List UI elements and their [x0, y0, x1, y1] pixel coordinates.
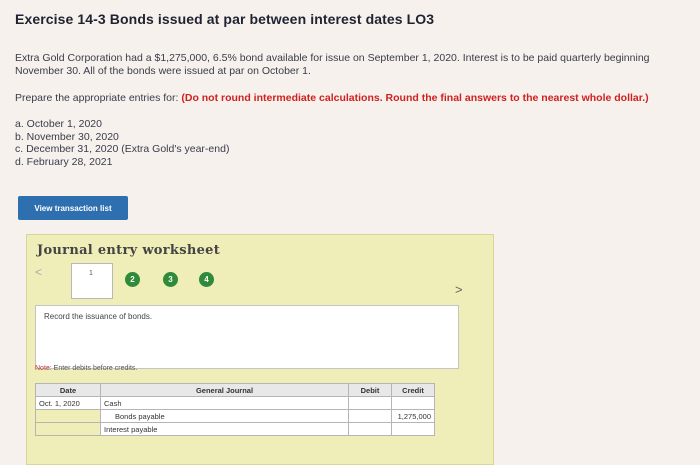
instruction-box: Record the issuance of bonds. — [35, 305, 459, 369]
debit-cell[interactable] — [348, 409, 392, 423]
next-arrow-icon[interactable]: > — [455, 282, 463, 297]
list-item: d. February 28, 2021 — [15, 155, 113, 168]
prepare-text: Prepare the appropriate entries for: — [15, 92, 182, 104]
journal-table: Date General Journal Debit Credit Oct. 1… — [35, 383, 435, 436]
credit-cell[interactable]: 1,275,000 — [391, 409, 435, 423]
step-tab-3[interactable]: 3 — [163, 272, 178, 287]
view-transaction-list-button[interactable]: View transaction list — [18, 196, 128, 220]
note-text: Enter debits before credits. — [51, 365, 138, 372]
table-row: Oct. 1, 2020 Cash — [35, 396, 435, 410]
exercise-title: Exercise 14-3 Bonds issued at par betwee… — [15, 11, 435, 27]
general-journal-header: General Journal — [100, 383, 349, 397]
entry-dates-list: a. October 1, 2020 b. November 30, 2020 … — [15, 118, 229, 168]
debit-cell[interactable] — [348, 422, 392, 436]
debit-cell[interactable] — [348, 396, 392, 410]
debits-credits-note: Note: Enter debits before credits. — [35, 365, 137, 372]
debit-header: Debit — [348, 383, 392, 397]
date-cell[interactable]: Oct. 1, 2020 — [35, 396, 101, 410]
date-cell[interactable] — [35, 422, 101, 436]
date-cell[interactable] — [35, 409, 101, 423]
list-item: a. October 1, 2020 — [15, 118, 102, 130]
table-header-row: Date General Journal Debit Credit — [35, 383, 435, 397]
account-cell[interactable]: Interest payable — [100, 422, 349, 436]
instruction-text: Record the issuance of bonds. — [44, 312, 153, 321]
step-number: 1 — [89, 270, 93, 277]
note-label: Note: — [35, 365, 52, 372]
list-item: b. November 30, 2020 — [15, 130, 119, 143]
credit-cell[interactable] — [391, 422, 435, 436]
journal-entry-worksheet: Journal entry worksheet < 1 2 3 4 Record… — [26, 234, 494, 465]
step-tab-4[interactable]: 4 — [199, 272, 214, 287]
date-header: Date — [35, 383, 101, 397]
table-row: Bonds payable 1,275,000 — [35, 409, 435, 423]
prev-arrow-icon[interactable]: < — [35, 265, 42, 279]
rounding-note: (Do not round intermediate calculations.… — [181, 92, 649, 104]
account-cell[interactable]: Cash — [100, 396, 349, 410]
list-item: c. December 31, 2020 (Extra Gold's year-… — [15, 143, 230, 155]
step-tab-2[interactable]: 2 — [125, 272, 140, 287]
account-cell[interactable]: Bonds payable — [100, 409, 349, 423]
table-row: Interest payable — [35, 422, 435, 436]
step-tab-1[interactable]: 1 — [71, 263, 113, 299]
exercise-description: Extra Gold Corporation had a $1,275,000,… — [15, 52, 650, 77]
credit-header: Credit — [391, 383, 435, 397]
credit-cell[interactable] — [391, 396, 435, 410]
worksheet-title: Journal entry worksheet — [37, 243, 221, 258]
prepare-instructions: Prepare the appropriate entries for: (Do… — [15, 92, 695, 104]
